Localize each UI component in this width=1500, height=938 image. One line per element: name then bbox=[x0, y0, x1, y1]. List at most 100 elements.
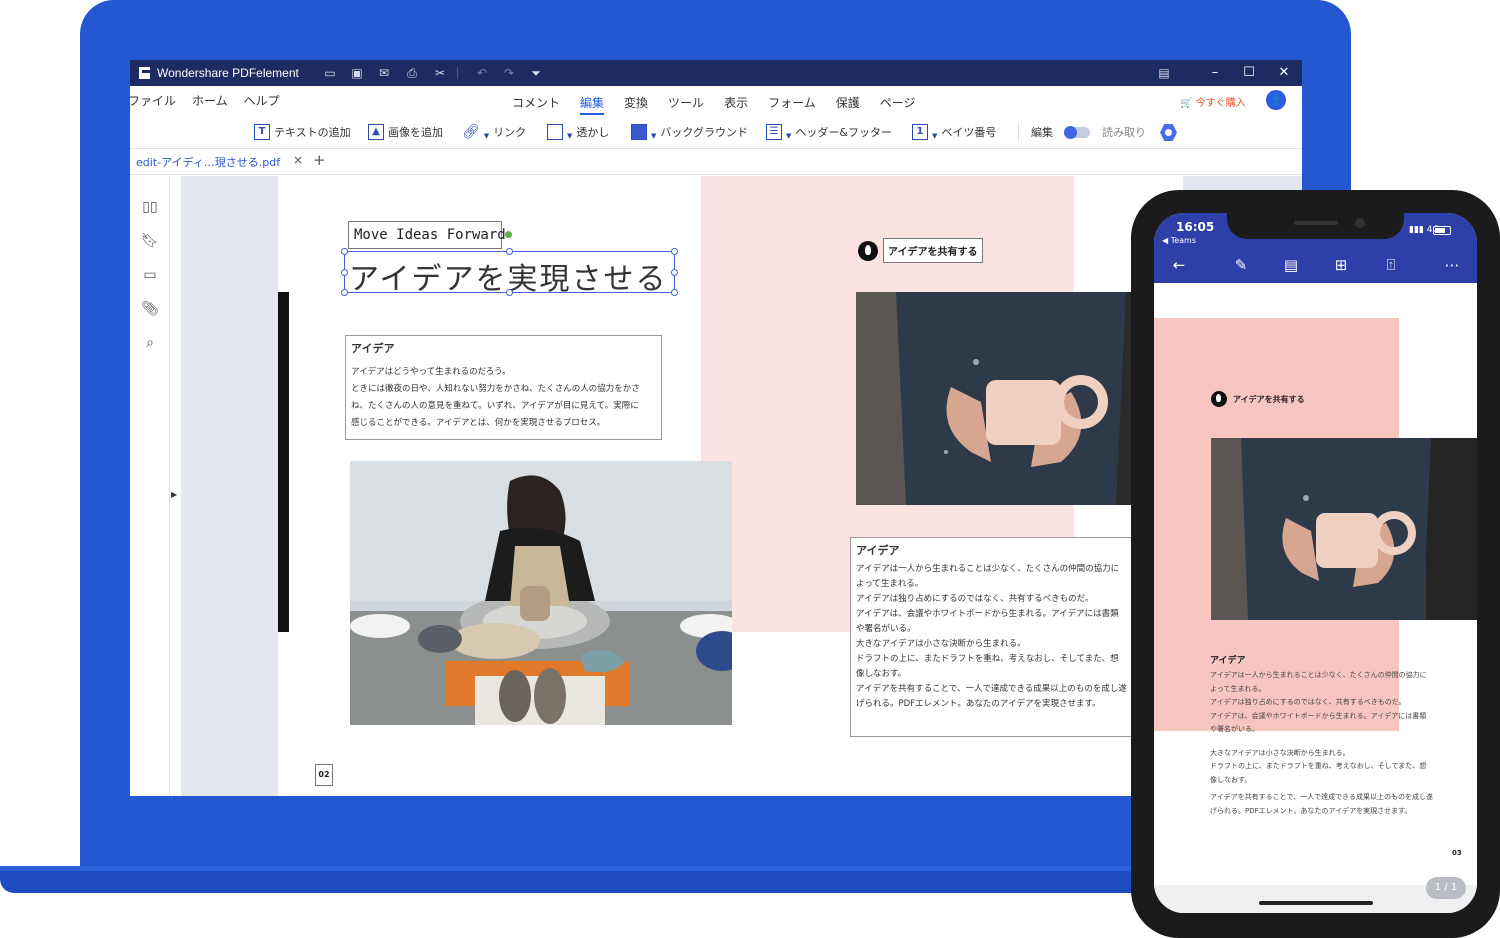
phone-back-app[interactable]: ◀ Teams bbox=[1162, 236, 1196, 245]
watermark-button[interactable]: ▼ 透かし bbox=[547, 122, 609, 142]
tab-view[interactable]: 表示 bbox=[724, 94, 748, 115]
phone-line: アイデアは独り占めにするのではなく、共有するべきものだ。 bbox=[1210, 698, 1406, 706]
minimize-button[interactable]: – bbox=[1206, 64, 1224, 82]
phone-notch bbox=[1227, 213, 1404, 239]
bates-number-label: ベイツ番号 bbox=[941, 126, 997, 139]
add-image-label: 画像を追加 bbox=[388, 126, 443, 139]
phone-line: ドラフトの上に、またドラフトを重ね、考えなおし、そしてまた、想 bbox=[1210, 762, 1427, 770]
thumbnails-icon[interactable]: ▯▯ bbox=[141, 198, 159, 216]
back-arrow-icon[interactable]: ← bbox=[1169, 256, 1189, 274]
phone-page-number: 03 bbox=[1452, 849, 1462, 857]
phone-home-indicator[interactable] bbox=[1259, 901, 1373, 905]
add-text-button[interactable]: T テキストの追加 bbox=[254, 122, 351, 142]
open-folder-icon[interactable]: ▭ bbox=[322, 65, 338, 81]
tab-page[interactable]: ページ bbox=[880, 94, 916, 115]
menu-home[interactable]: ホーム bbox=[192, 92, 228, 109]
tab-convert[interactable]: 変換 bbox=[624, 94, 648, 115]
resize-handle[interactable] bbox=[671, 269, 678, 276]
phone-line: アイデアを共有することで、一人で達成できる成果以上のものを成し遂 bbox=[1210, 793, 1434, 801]
close-window-button[interactable]: ✕ bbox=[1275, 64, 1293, 82]
feedback-icon[interactable]: ▤ bbox=[1156, 65, 1172, 81]
menu-file[interactable]: ファイル bbox=[130, 92, 176, 109]
resize-handle[interactable] bbox=[341, 269, 348, 276]
share-idea-label[interactable]: アイデアを共有する bbox=[883, 238, 983, 263]
header-footer-button[interactable]: ☰ ▼ ヘッダー&フッター bbox=[766, 122, 892, 142]
close-tab-icon[interactable]: × bbox=[293, 153, 303, 167]
phone-line: や署名がいる。 bbox=[1210, 725, 1259, 733]
right-box-heading: アイデア bbox=[856, 544, 900, 557]
add-text-label: テキストの追加 bbox=[274, 126, 351, 139]
titlebar-divider bbox=[457, 67, 458, 79]
resize-handle[interactable] bbox=[506, 289, 513, 296]
right-box-line: げられる。PDFエレメント。あなたのアイデアを実現させます。 bbox=[856, 699, 1101, 709]
bookmark-icon[interactable]: ⍐ bbox=[1381, 256, 1401, 274]
search-icon[interactable]: ⌕ bbox=[141, 334, 159, 352]
document-tab[interactable]: edit-アイディ…現させる.pdf bbox=[136, 154, 280, 170]
tab-protect[interactable]: 保護 bbox=[836, 94, 860, 115]
left-box-heading: アイデア bbox=[351, 342, 395, 355]
expand-panel-arrow-icon[interactable]: ▶ bbox=[171, 490, 177, 499]
tab-comment[interactable]: コメント bbox=[512, 94, 560, 115]
customize-dropdown-icon[interactable]: ⏷ bbox=[528, 65, 544, 81]
buy-now-link[interactable]: 🛒 今すぐ購入 bbox=[1180, 94, 1246, 109]
page-number: 02 bbox=[315, 764, 333, 786]
left-text-box[interactable]: アイデア アイデアはどうやって生まれるのだろう。 ときには徹夜の日や、人知れない… bbox=[345, 335, 662, 440]
maximize-button[interactable]: ☐ bbox=[1240, 64, 1258, 82]
pottery-photo[interactable] bbox=[350, 461, 732, 725]
resize-handle[interactable] bbox=[506, 248, 513, 255]
resize-handle[interactable] bbox=[341, 248, 348, 255]
phone-device: 16:05 ◀ Teams ▮▮▮ 4G ← ✎ ▤ ⊞ ⍐ ⋯ アイデアを共有… bbox=[1131, 190, 1500, 938]
resize-handle[interactable] bbox=[341, 289, 348, 296]
left-box-line: 感じることができる。アイデアとは、何かを実現させるプロセス。 bbox=[351, 418, 606, 428]
right-box-line: アイデアは、会議やホワイトボードから生まれる。アイデアには書類 bbox=[856, 609, 1119, 619]
tab-form[interactable]: フォーム bbox=[768, 94, 816, 115]
comment-icon[interactable]: ▭ bbox=[141, 266, 159, 284]
tab-edit[interactable]: 編集 bbox=[580, 94, 605, 115]
settings-hex-icon[interactable] bbox=[1160, 124, 1177, 141]
scissors-icon[interactable]: ✂ bbox=[432, 65, 448, 81]
pdf-page: Move Ideas Forward アイデアを実現させる アイデア アイデアは… bbox=[278, 176, 1183, 796]
resize-handle[interactable] bbox=[671, 248, 678, 255]
menu-help[interactable]: ヘルプ bbox=[244, 92, 280, 109]
phone-pdf-page: アイデアを共有する アイデア アイデアは一人から生まれることは少なく、たくさんの… bbox=[1154, 283, 1477, 913]
read-mode-label: 読み取り bbox=[1102, 126, 1146, 139]
phone-page-indicator: 1 / 1 bbox=[1426, 877, 1466, 899]
user-avatar-icon[interactable]: 👤 bbox=[1266, 90, 1286, 110]
mail-icon[interactable]: ✉ bbox=[376, 65, 392, 81]
right-box-line: 大きなアイデアは小さな決断から生まれる。 bbox=[856, 639, 1026, 649]
left-box-line: ときには徹夜の日や、人知れない努力をかさね、たくさんの人の協力をかさ bbox=[351, 384, 640, 394]
subtitle-text[interactable]: Move Ideas Forward bbox=[348, 221, 506, 249]
image-icon: ▲ bbox=[368, 124, 384, 140]
save-icon[interactable]: ▣ bbox=[349, 65, 365, 81]
grid-icon[interactable]: ⊞ bbox=[1331, 256, 1351, 274]
pen-icon[interactable]: ✎ bbox=[1231, 256, 1251, 274]
phone-mug-photo[interactable] bbox=[1211, 438, 1477, 620]
headline-selection[interactable]: アイデアを実現させる bbox=[341, 248, 678, 297]
header-footer-icon: ☰ bbox=[766, 124, 782, 140]
right-box-line: ドラフトの上に、またドラフトを重ね、考えなおし、そしてまた、想 bbox=[856, 654, 1119, 664]
edit-read-toggle[interactable] bbox=[1064, 126, 1090, 139]
attachment-icon[interactable]: 📎︎ bbox=[141, 300, 159, 318]
buy-now-label: 今すぐ購入 bbox=[1195, 98, 1246, 109]
tab-tools[interactable]: ツール bbox=[668, 94, 704, 115]
share-idea-tag: アイデアを共有する bbox=[858, 238, 983, 263]
pottery-photo-image bbox=[350, 461, 732, 725]
undo-icon[interactable]: ↶ bbox=[474, 65, 490, 81]
print-icon[interactable]: ⎙ bbox=[404, 65, 420, 81]
rotate-handle[interactable] bbox=[505, 231, 512, 238]
link-icon: 🔗︎ bbox=[462, 124, 480, 140]
link-button[interactable]: 🔗︎ ▼ リンク bbox=[462, 122, 526, 142]
watermark-label: 透かし bbox=[576, 126, 610, 139]
background-button[interactable]: ▼ バックグラウンド bbox=[631, 122, 748, 142]
add-image-button[interactable]: ▲ 画像を追加 bbox=[368, 122, 443, 142]
more-icon[interactable]: ⋯ bbox=[1442, 256, 1462, 274]
redo-icon[interactable]: ↷ bbox=[501, 65, 517, 81]
phone-line: アイデアは一人から生まれることは少なく、たくさんの仲間の協力に bbox=[1210, 671, 1427, 679]
bookmark-icon[interactable]: 🔖︎ bbox=[141, 232, 159, 250]
edit-mode-label-wrap: 編集 bbox=[1018, 122, 1053, 142]
text-tool-icon[interactable]: ▤ bbox=[1281, 256, 1301, 274]
new-tab-button[interactable]: + bbox=[313, 151, 326, 169]
resize-handle[interactable] bbox=[671, 289, 678, 296]
phone-line: 像しなおす。 bbox=[1210, 775, 1252, 784]
bates-number-button[interactable]: 1 ▼ ベイツ番号 bbox=[912, 122, 996, 142]
